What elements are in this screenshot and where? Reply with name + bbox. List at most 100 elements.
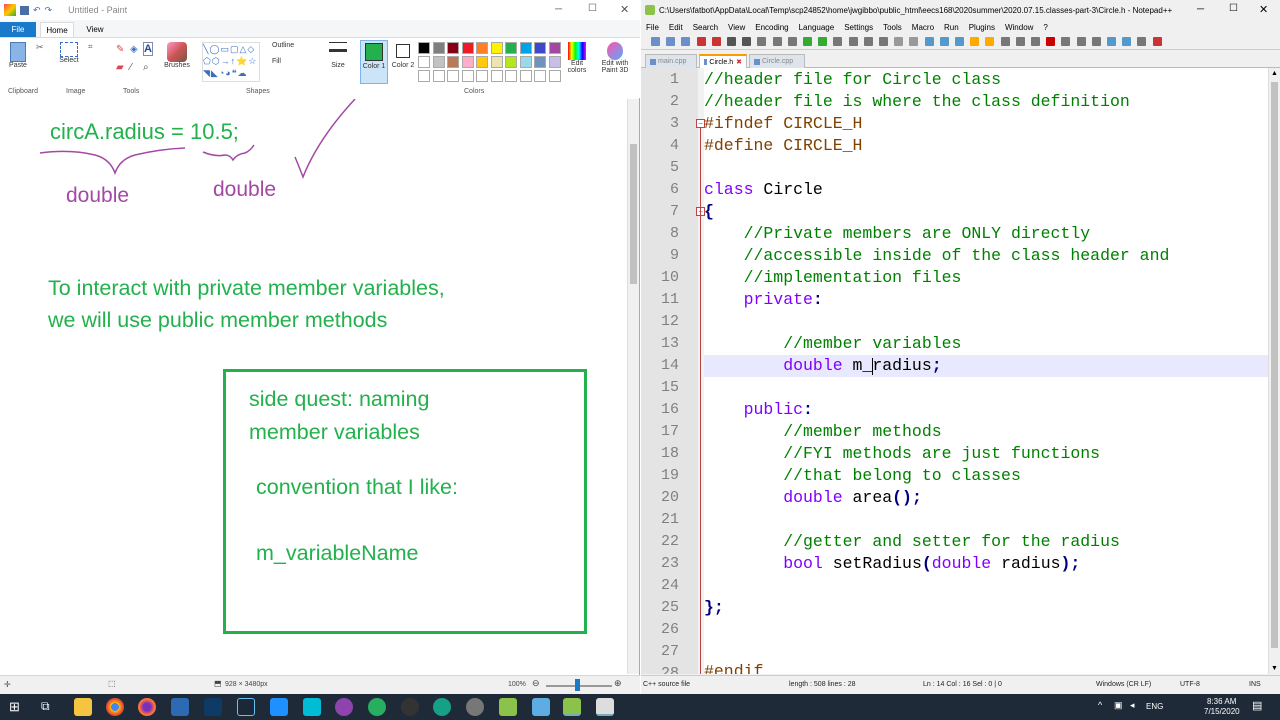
palette-swatch[interactable] [490,42,503,54]
file-explorer-icon[interactable] [74,698,92,716]
custom-color-slot[interactable] [476,70,488,82]
menu-tools[interactable]: Tools [883,23,902,32]
toolbar-button-icon[interactable] [985,37,995,46]
code-editor[interactable]: 1 2 3 4 5 6 7 8 9 10 11 12 13 14 15 16 17 18 19 20 21 22 23 24 2… [641,68,1268,674]
custom-color-slot[interactable] [490,70,503,82]
palette-swatch[interactable] [490,56,503,68]
menu-plugins[interactable]: Plugins [969,23,995,32]
toolbar-button-icon[interactable] [651,37,660,46]
shapes-gallery[interactable]: ╲◯▭▢△◇ ⬠⬡→↑⭐☆ ◥◣◔◕❝☁ [202,42,260,82]
brushes-button[interactable]: Brushes [162,42,192,69]
toolbar-button-icon[interactable] [742,37,752,46]
notification-icon[interactable]: ▤ [1252,699,1262,712]
terminal-icon[interactable] [204,698,222,716]
toolbar-button-icon[interactable] [924,37,934,46]
toolbar-button-icon[interactable] [1046,37,1056,46]
toolbar-button-icon[interactable] [1137,37,1147,46]
tab-circle-h[interactable]: Circle.h ✖ [699,54,747,68]
menu-run[interactable]: Run [944,23,959,32]
toolbar-button-icon[interactable] [879,37,888,46]
toolbar-button-icon[interactable] [757,37,767,46]
clock-date[interactable]: 7/15/2020 [1204,707,1240,716]
toolbar-button-icon[interactable] [1107,37,1116,46]
minimize-button[interactable]: ─ [555,4,562,15]
custom-color-slot[interactable] [519,70,532,82]
palette-swatch[interactable] [461,42,474,54]
palette-swatch[interactable] [432,42,445,54]
zoom-out-button[interactable]: ⊖ [532,678,540,689]
paint-taskbar-icon[interactable] [596,698,614,716]
toolbar-button-icon[interactable] [711,37,721,46]
color2-button[interactable]: Color 2 [391,40,415,70]
zoom-in-button[interactable]: ⊕ [614,678,622,689]
menu-settings[interactable]: Settings [844,23,873,32]
palette-swatch[interactable] [534,42,546,54]
crop-icon[interactable]: ⌗ [88,42,93,52]
paint-scroll-thumb[interactable] [630,144,637,284]
toolbar-button-icon[interactable] [970,37,980,46]
custom-color-slot[interactable] [534,70,546,82]
menu-edit[interactable]: Edit [669,23,683,32]
palette-swatch[interactable] [505,56,517,68]
network-icon[interactable]: ▣ [1114,700,1123,711]
toolbar-button-icon[interactable] [1015,37,1025,46]
tab-home[interactable]: Home [40,22,74,37]
toolbar-button-icon[interactable] [939,37,949,46]
npp-maximize-button[interactable]: ☐ [1229,3,1238,14]
input-language[interactable]: ENG [1146,702,1163,711]
cut-icon[interactable]: ✂ [36,42,44,53]
toolbar-button-icon[interactable] [787,37,797,46]
zoom-slider-thumb[interactable] [575,679,580,691]
toolbar-button-icon[interactable] [833,37,843,46]
edit-paint3d-button[interactable]: Edit with Paint 3D [596,42,634,74]
fill-dropdown[interactable]: Fill [272,58,316,65]
app-teal-icon[interactable] [433,698,451,716]
mail-icon[interactable] [171,698,189,716]
app-lime-icon[interactable] [499,698,517,716]
toolbar-button-icon[interactable] [848,37,858,46]
color-picker-icon[interactable]: ⁄ [130,62,132,73]
notepadpp-taskbar-icon[interactable] [563,698,581,716]
toolbar-button-icon[interactable] [803,37,812,46]
toolbar-button-icon[interactable] [894,37,904,46]
npp-close-button[interactable]: ✕ [1259,3,1268,16]
palette-swatch[interactable] [418,56,430,68]
palette-swatch[interactable] [548,56,561,68]
npp-scroll-up[interactable]: ▲ [1271,70,1278,77]
toolbar-button-icon[interactable] [1061,37,1071,46]
tray-chevron-icon[interactable]: ^ [1098,700,1102,710]
app-light-icon[interactable] [532,698,550,716]
outline-dropdown[interactable]: Outline [272,42,316,49]
palette-swatch[interactable] [548,42,561,54]
toolbar-button-icon[interactable] [727,37,736,46]
volume-icon[interactable]: ◂ [1130,700,1135,711]
pencil-icon[interactable]: ✎ [116,44,124,55]
palette-swatch[interactable] [447,56,459,68]
palette-swatch[interactable] [432,56,445,68]
palette-swatch[interactable] [418,42,430,54]
toolbar-button-icon[interactable] [666,37,676,46]
app-blue-icon[interactable] [270,698,288,716]
obs-icon[interactable] [401,698,419,716]
menu-encoding[interactable]: Encoding [755,23,788,32]
toolbar-button-icon[interactable] [1000,37,1010,46]
palette-swatch[interactable] [447,42,459,54]
npp-vertical-scrollbar[interactable]: ▲ ▼ [1268,68,1280,674]
custom-color-slot[interactable] [418,70,430,82]
tab-file[interactable]: File [0,22,36,37]
palette-swatch[interactable] [476,56,488,68]
select-button[interactable]: Select [56,42,82,64]
fill-bucket-icon[interactable]: ◈ [130,44,138,55]
palette-swatch[interactable] [505,42,517,54]
app-purple-icon[interactable] [335,698,353,716]
custom-color-slot[interactable] [505,70,517,82]
toolbar-button-icon[interactable] [772,37,782,46]
toolbar-button-icon[interactable] [1122,37,1132,46]
size-button[interactable]: Size [326,42,350,69]
task-view-icon[interactable]: ⧉ [41,699,50,714]
toolbar-button-icon[interactable] [1091,37,1101,46]
toolbar-button-icon[interactable] [1152,37,1162,46]
custom-color-slot[interactable] [447,70,459,82]
custom-color-slot[interactable] [548,70,561,82]
menu-file[interactable]: File [646,23,659,32]
